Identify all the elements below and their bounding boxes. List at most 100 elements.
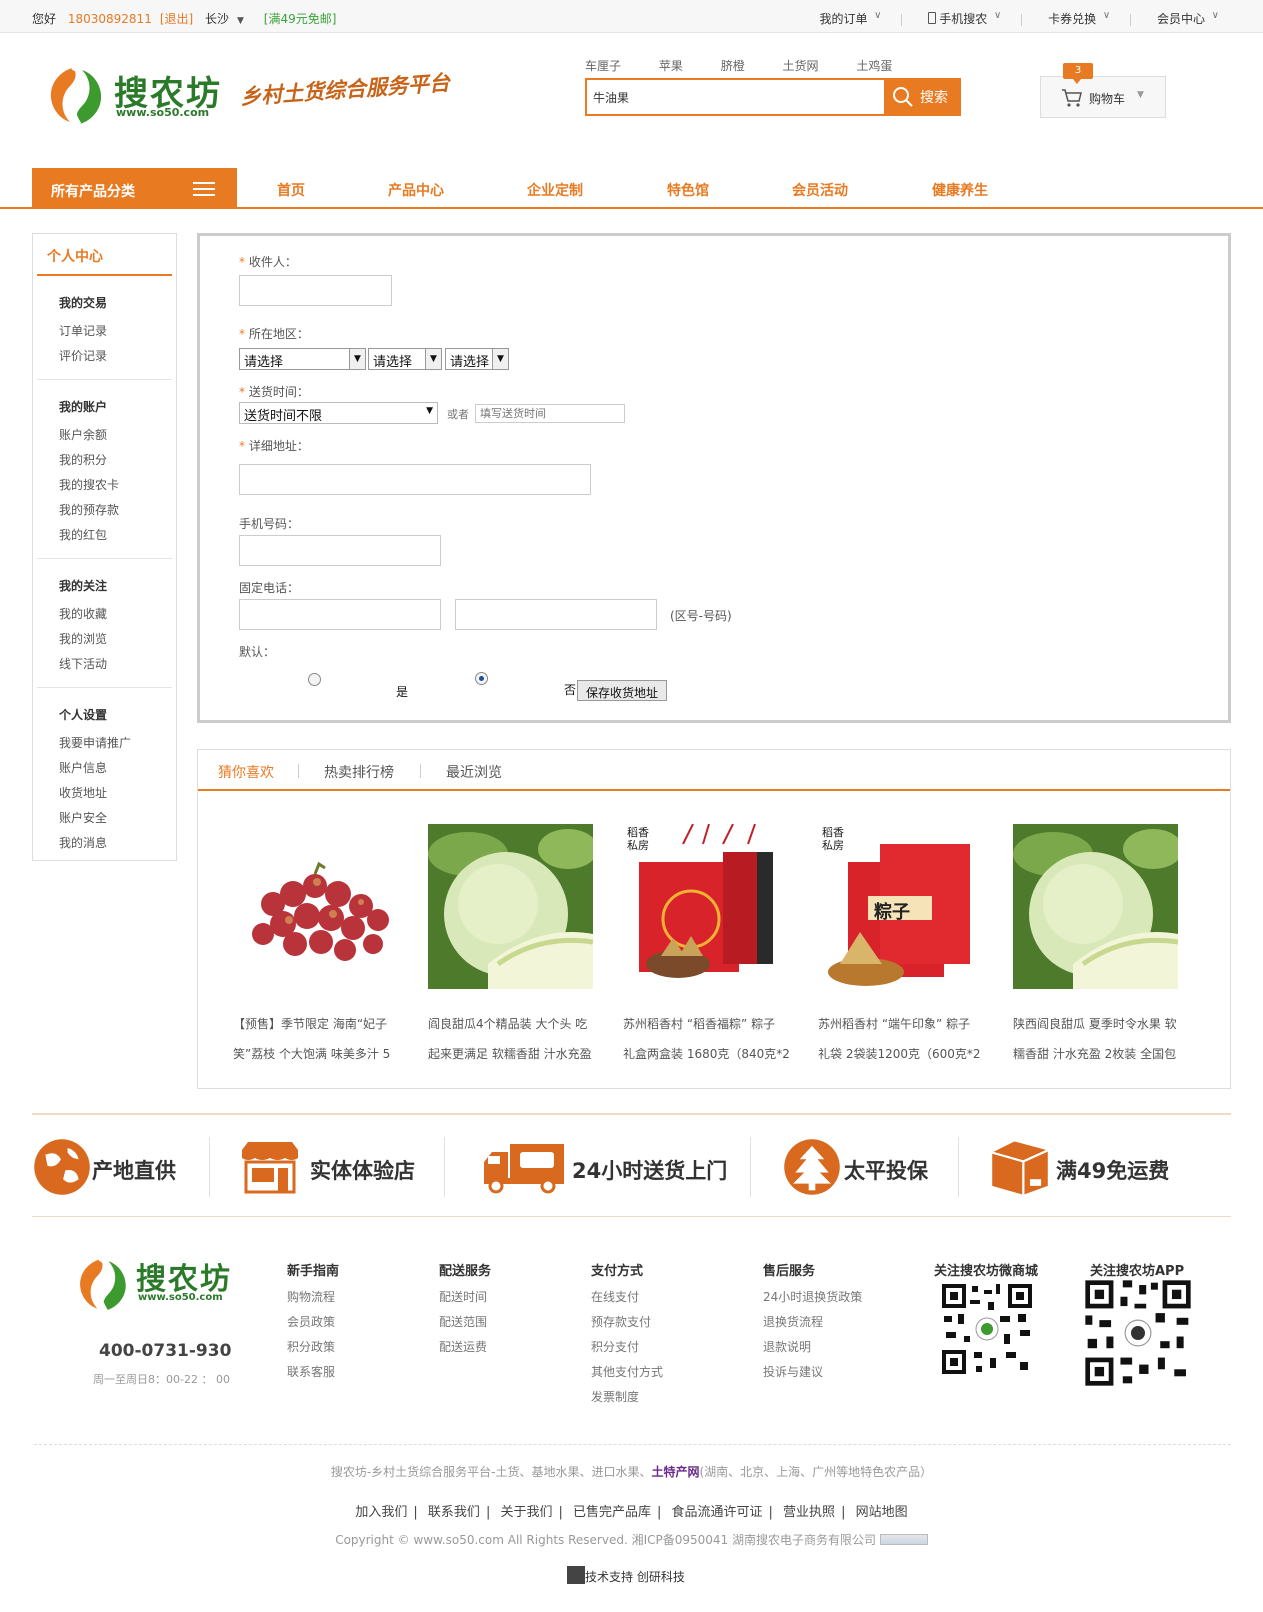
menu-icon	[193, 182, 215, 200]
landline-hint: (区号-号码)	[670, 609, 732, 623]
footer-link[interactable]: 加入我们	[355, 1505, 407, 1520]
footer-link[interactable]: 食品流通许可证	[672, 1505, 763, 1520]
receiver-input[interactable]	[239, 275, 392, 306]
sidebar-item[interactable]: 收货地址	[59, 781, 172, 806]
footer-logo[interactable]: 搜农坊 www.so50.com	[72, 1254, 242, 1314]
mobile-input[interactable]	[239, 535, 441, 566]
product-card[interactable]: 陕西阎良甜瓜 夏季时令水果 软糯香甜 汁水充盈 2枚装 全国包	[1013, 824, 1183, 1069]
tab-hot-ranking[interactable]: 热卖排行榜	[324, 762, 394, 782]
all-categories-button[interactable]: 所有产品分类	[32, 168, 237, 209]
footer-link[interactable]: 联系客服	[287, 1360, 339, 1385]
delivery-time-select[interactable]: 送货时间不限 ▼	[239, 402, 438, 424]
district-select[interactable]: 请选择 ▼	[445, 348, 509, 370]
sidebar-group-title[interactable]: 我的关注	[59, 577, 172, 594]
product-card[interactable]: 稻香私房 粽子 苏州稻香村 “端午印象” 粽子 礼袋 2袋装1200克（600克*…	[818, 824, 988, 1069]
sidebar-group: 我的账户 账户余额 我的积分 我的搜农卡 我的预存款 我的红包	[37, 380, 172, 559]
footer-link[interactable]: 在线支付	[591, 1285, 663, 1310]
footer-link[interactable]: 营业执照	[783, 1505, 835, 1520]
hotword[interactable]: 车厘子	[585, 59, 621, 73]
sidebar-item[interactable]: 我的浏览	[59, 627, 172, 652]
nav-item-health[interactable]: 健康养生	[932, 180, 988, 200]
save-address-button[interactable]: 保存收货地址	[577, 680, 668, 701]
search-button[interactable]: 搜索	[884, 78, 961, 116]
member-center-link[interactable]: 会员中心 ∨	[1157, 10, 1219, 27]
product-card[interactable]: 阎良甜瓜4个精品装 大个头 吃起来更满足 软糯香甜 汁水充盈	[428, 824, 598, 1069]
delivery-time-input[interactable]	[475, 404, 625, 423]
or-label: 或者	[447, 408, 469, 421]
footer-link[interactable]: 发票制度	[591, 1385, 663, 1410]
footer-link[interactable]: 投诉与建议	[763, 1360, 862, 1385]
nav-item-specialty[interactable]: 特色馆	[667, 180, 709, 200]
sidebar-group-title[interactable]: 我的交易	[59, 294, 172, 311]
footer-link[interactable]: 联系我们	[428, 1505, 480, 1520]
footer-link[interactable]: 24小时退换货政策	[763, 1285, 862, 1310]
province-select[interactable]: 请选择 ▼	[239, 348, 366, 370]
sidebar-item[interactable]: 我的搜农卡	[59, 473, 172, 498]
search-input[interactable]	[587, 80, 882, 114]
footer-link[interactable]: 积分政策	[287, 1335, 339, 1360]
landline-input[interactable]	[455, 599, 657, 630]
tech-support: 技术支持 创研科技	[567, 1566, 685, 1585]
melon-image	[428, 824, 593, 989]
footer-link[interactable]: 退款说明	[763, 1335, 862, 1360]
footer-column: 配送服务 配送时间 配送范围 配送运费	[439, 1260, 491, 1360]
sidebar-item[interactable]: 我的收藏	[59, 602, 172, 627]
default-no-radio[interactable]	[475, 672, 488, 685]
footer-column: 新手指南 购物流程 会员政策 积分政策 联系客服	[287, 1260, 339, 1385]
sidebar-group-title[interactable]: 我的账户	[59, 398, 172, 415]
sidebar-item[interactable]: 订单记录	[59, 319, 172, 344]
footer-link[interactable]: 关于我们	[500, 1505, 552, 1520]
leaf-logo-icon	[80, 1258, 126, 1312]
sidebar-item[interactable]: 我要申请推广	[59, 731, 172, 756]
local-specialty-link[interactable]: 土特产网	[651, 1465, 699, 1479]
sidebar-item[interactable]: 线下活动	[59, 652, 172, 677]
footer-link[interactable]: 积分支付	[591, 1335, 663, 1360]
hotword[interactable]: 脐橙	[721, 59, 745, 73]
footer-link[interactable]: 配送时间	[439, 1285, 491, 1310]
cart-button[interactable]: 3 购物车 ▼	[1040, 63, 1166, 118]
sidebar-item[interactable]: 账户安全	[59, 806, 172, 831]
sidebar-item[interactable]: 评价记录	[59, 344, 172, 369]
tab-guess-you-like[interactable]: 猜你喜欢	[218, 762, 274, 782]
logout-link[interactable]: [退出]	[160, 12, 193, 26]
footer-link[interactable]: 配送运费	[439, 1335, 491, 1360]
footer-link[interactable]: 退换货流程	[763, 1310, 862, 1335]
user-phone[interactable]: 18030892811	[68, 12, 152, 26]
mobile-link[interactable]: 手机搜农 ∨	[928, 10, 1001, 27]
city-select[interactable]: 请选择 ▼	[368, 348, 442, 370]
sidebar-item[interactable]: 我的红包	[59, 523, 172, 548]
zongzi-label-text: 粽子	[874, 902, 910, 923]
sidebar-item[interactable]: 我的预存款	[59, 498, 172, 523]
footer-link[interactable]: 会员政策	[287, 1310, 339, 1335]
footer-link[interactable]: 配送范围	[439, 1310, 491, 1335]
sidebar-item[interactable]: 账户余额	[59, 423, 172, 448]
default-yes-radio[interactable]	[308, 673, 321, 686]
nav-item-products[interactable]: 产品中心	[388, 180, 444, 200]
required-mark: *	[239, 255, 245, 269]
footer-link[interactable]: 已售完产品库	[573, 1505, 651, 1520]
hotword[interactable]: 土货网	[783, 59, 819, 73]
nav-item-home[interactable]: 首页	[277, 180, 305, 200]
product-card[interactable]: 稻香私房 苏州稻香村 “稻香福粽” 粽子 礼盒两盒装 1680克（840克*2	[623, 824, 793, 1069]
sidebar-item[interactable]: 我的消息	[59, 831, 172, 856]
hotword[interactable]: 苹果	[659, 59, 683, 73]
sidebar-item[interactable]: 账户信息	[59, 756, 172, 781]
tab-recent[interactable]: 最近浏览	[446, 762, 502, 782]
hotword[interactable]: 土鸡蛋	[856, 59, 892, 73]
product-card[interactable]: 【预售】季节限定 海南“妃子 笑”荔枝 个大饱满 味美多汁 5	[233, 824, 403, 1069]
footer-link[interactable]: 购物流程	[287, 1285, 339, 1310]
nav-item-member-events[interactable]: 会员活动	[792, 180, 848, 200]
footer-link[interactable]: 预存款支付	[591, 1310, 663, 1335]
city-selector[interactable]: 长沙 ▼	[205, 12, 252, 26]
sidebar-item[interactable]: 我的积分	[59, 448, 172, 473]
nav-item-enterprise[interactable]: 企业定制	[527, 180, 583, 200]
coupon-link[interactable]: 卡券兑换 ∨	[1048, 10, 1110, 27]
footer-link[interactable]: 其他支付方式	[591, 1360, 663, 1385]
site-logo[interactable]: 搜农坊 www.so50.com	[42, 62, 242, 128]
chevron-down-icon: ∨	[993, 10, 1002, 21]
area-code-input[interactable]	[239, 599, 441, 630]
my-orders-link[interactable]: 我的订单 ∨	[819, 10, 881, 27]
address-input[interactable]	[239, 464, 591, 495]
footer-link[interactable]: 网站地图	[856, 1505, 908, 1520]
sidebar-group-title[interactable]: 个人设置	[59, 706, 172, 723]
